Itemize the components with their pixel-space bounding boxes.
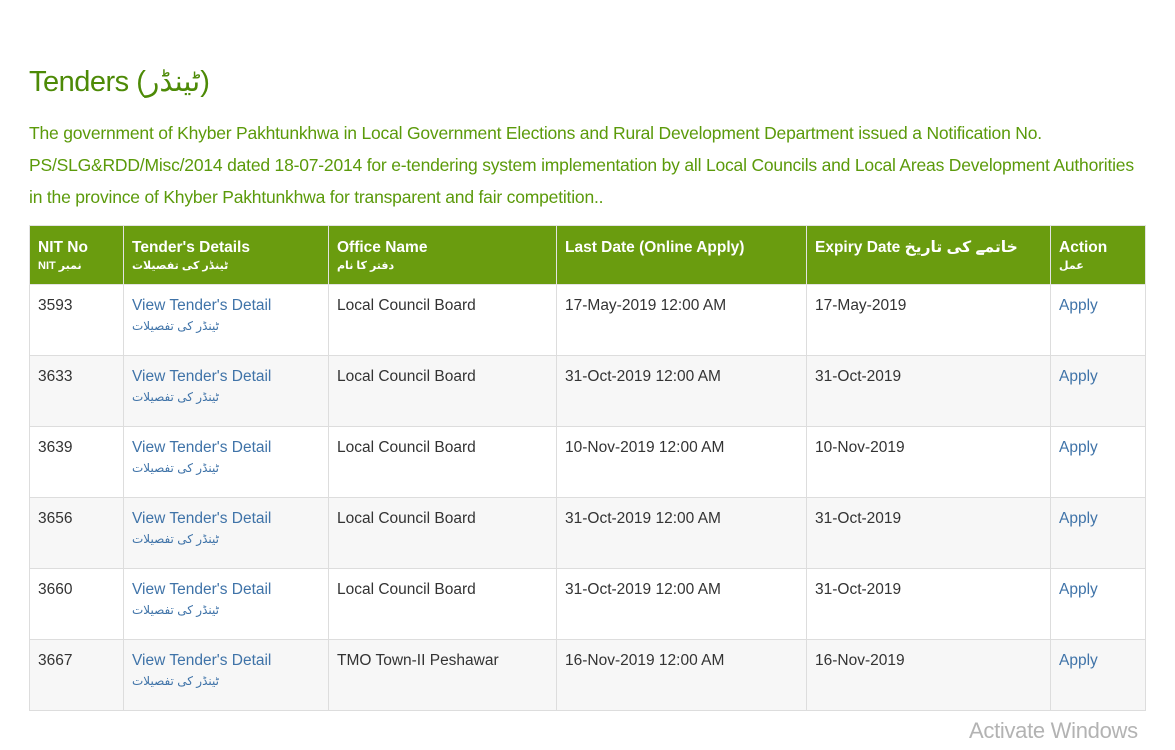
header-action: Action عمل bbox=[1050, 225, 1146, 285]
expiry-cell: 31-Oct-2019 bbox=[806, 355, 1051, 427]
nit-cell: 3633 bbox=[29, 355, 124, 427]
header-office-name: Office Name دفتر کا نام bbox=[328, 225, 557, 285]
header-tender-details: Tender's Details ٹینڈر کی تفصیلات bbox=[123, 225, 329, 285]
office-cell: Local Council Board bbox=[328, 355, 557, 427]
view-detail-link[interactable]: View Tender's Detail bbox=[132, 367, 320, 387]
nit-cell: 3660 bbox=[29, 568, 124, 640]
apply-link[interactable]: Apply bbox=[1059, 438, 1137, 458]
apply-link[interactable]: Apply bbox=[1059, 509, 1137, 529]
last-date-cell: 17-May-2019 12:00 AM bbox=[556, 284, 807, 356]
detail-cell: View Tender's Detail ٹینڈر کی تفصیلات bbox=[123, 568, 329, 640]
action-cell: Apply bbox=[1050, 355, 1146, 427]
nit-cell: 3593 bbox=[29, 284, 124, 356]
apply-link[interactable]: Apply bbox=[1059, 296, 1137, 316]
nit-cell: 3656 bbox=[29, 497, 124, 569]
expiry-cell: 31-Oct-2019 bbox=[806, 497, 1051, 569]
nit-cell: 3667 bbox=[29, 639, 124, 711]
apply-link[interactable]: Apply bbox=[1059, 367, 1137, 387]
apply-link[interactable]: Apply bbox=[1059, 580, 1137, 600]
detail-urdu-label: ٹینڈر کی تفصیلات bbox=[132, 532, 219, 546]
expiry-cell: 17-May-2019 bbox=[806, 284, 1051, 356]
table-row: 3633 View Tender's Detail ٹینڈر کی تفصیلا… bbox=[29, 355, 1146, 427]
expiry-cell: 10-Nov-2019 bbox=[806, 426, 1051, 498]
activate-windows-watermark: Activate Windows bbox=[969, 718, 1138, 743]
action-cell: Apply bbox=[1050, 284, 1146, 356]
header-expiry-date: Expiry Date خاتمے کی تاریخ bbox=[806, 225, 1051, 285]
detail-urdu-label: ٹینڈر کی تفصیلات bbox=[132, 390, 219, 404]
office-cell: Local Council Board bbox=[328, 284, 557, 356]
detail-urdu-label: ٹینڈر کی تفصیلات bbox=[132, 319, 219, 333]
nit-cell: 3639 bbox=[29, 426, 124, 498]
office-cell: Local Council Board bbox=[328, 497, 557, 569]
detail-urdu-label: ٹینڈر کی تفصیلات bbox=[132, 461, 219, 475]
tenders-table: NIT No NIT نمبر Tender's Details ٹینڈر کی … bbox=[29, 225, 1146, 711]
header-nit-no: NIT No NIT نمبر bbox=[29, 225, 124, 285]
table-row: 3667 View Tender's Detail ٹینڈر کی تفصیلا… bbox=[29, 639, 1146, 711]
header-row: NIT No NIT نمبر Tender's Details ٹینڈر کی … bbox=[29, 225, 1146, 285]
page-title: Tenders (ٹینڈر) bbox=[29, 66, 210, 98]
action-cell: Apply bbox=[1050, 568, 1146, 640]
view-detail-link[interactable]: View Tender's Detail bbox=[132, 509, 320, 529]
last-date-cell: 16-Nov-2019 12:00 AM bbox=[556, 639, 807, 711]
last-date-cell: 10-Nov-2019 12:00 AM bbox=[556, 426, 807, 498]
office-cell: Local Council Board bbox=[328, 426, 557, 498]
action-cell: Apply bbox=[1050, 497, 1146, 569]
view-detail-link[interactable]: View Tender's Detail bbox=[132, 580, 320, 600]
table-row: 3593 View Tender's Detail ٹینڈر کی تفصیلا… bbox=[29, 284, 1146, 356]
detail-cell: View Tender's Detail ٹینڈر کی تفصیلات bbox=[123, 284, 329, 356]
table-row: 3656 View Tender's Detail ٹینڈر کی تفصیلا… bbox=[29, 497, 1146, 569]
view-detail-link[interactable]: View Tender's Detail bbox=[132, 651, 320, 671]
expiry-cell: 31-Oct-2019 bbox=[806, 568, 1051, 640]
table-row: 3660 View Tender's Detail ٹینڈر کی تفصیلا… bbox=[29, 568, 1146, 640]
detail-urdu-label: ٹینڈر کی تفصیلات bbox=[132, 603, 219, 617]
detail-cell: View Tender's Detail ٹینڈر کی تفصیلات bbox=[123, 497, 329, 569]
office-cell: Local Council Board bbox=[328, 568, 557, 640]
view-detail-link[interactable]: View Tender's Detail bbox=[132, 296, 320, 316]
last-date-cell: 31-Oct-2019 12:00 AM bbox=[556, 497, 807, 569]
table-row: 3639 View Tender's Detail ٹینڈر کی تفصیلا… bbox=[29, 426, 1146, 498]
last-date-cell: 31-Oct-2019 12:00 AM bbox=[556, 568, 807, 640]
detail-cell: View Tender's Detail ٹینڈر کی تفصیلات bbox=[123, 639, 329, 711]
action-cell: Apply bbox=[1050, 639, 1146, 711]
detail-cell: View Tender's Detail ٹینڈر کی تفصیلات bbox=[123, 426, 329, 498]
last-date-cell: 31-Oct-2019 12:00 AM bbox=[556, 355, 807, 427]
detail-cell: View Tender's Detail ٹینڈر کی تفصیلات bbox=[123, 355, 329, 427]
table-header: NIT No NIT نمبر Tender's Details ٹینڈر کی … bbox=[29, 225, 1146, 285]
expiry-cell: 16-Nov-2019 bbox=[806, 639, 1051, 711]
office-cell: TMO Town-II Peshawar bbox=[328, 639, 557, 711]
header-last-date: Last Date (Online Apply) bbox=[556, 225, 807, 285]
apply-link[interactable]: Apply bbox=[1059, 651, 1137, 671]
action-cell: Apply bbox=[1050, 426, 1146, 498]
detail-urdu-label: ٹینڈر کی تفصیلات bbox=[132, 674, 219, 688]
view-detail-link[interactable]: View Tender's Detail bbox=[132, 438, 320, 458]
intro-paragraph: The government of Khyber Pakhtunkhwa in … bbox=[29, 123, 1134, 207]
